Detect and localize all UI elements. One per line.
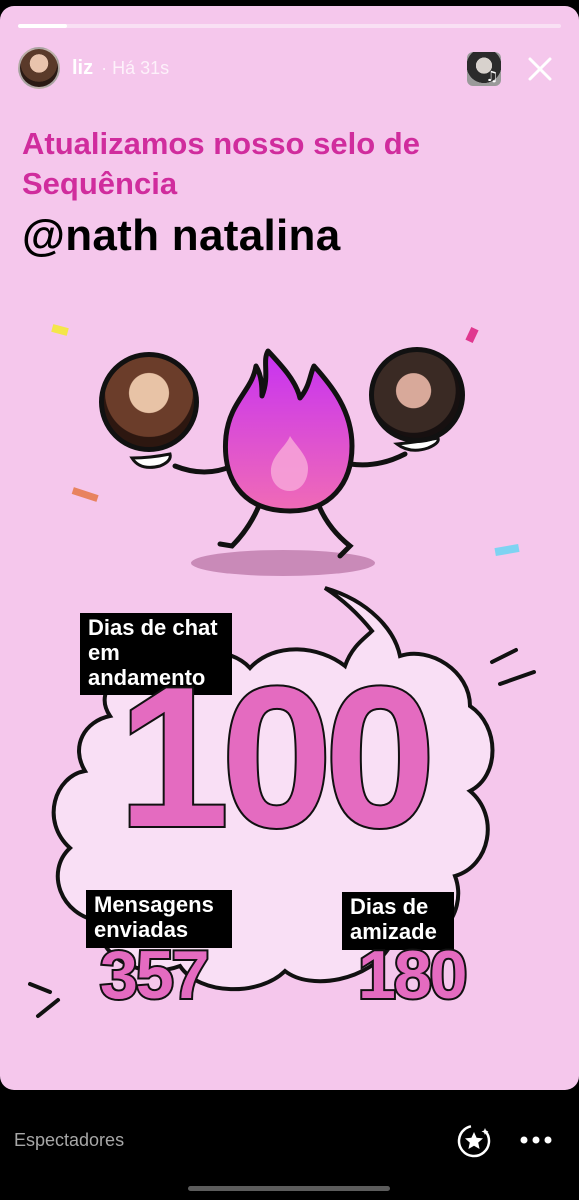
flame-shadow bbox=[191, 550, 375, 576]
username[interactable]: liz bbox=[72, 57, 93, 80]
streak-illustration bbox=[51, 324, 520, 576]
story-screen: liz · Há 31s ♫ Atualizamos nosso selo de… bbox=[0, 0, 579, 1200]
story-header: liz · Há 31s bbox=[18, 44, 169, 92]
time-ago: · Há 31s bbox=[101, 57, 170, 78]
sparkle-star-icon[interactable] bbox=[456, 1123, 492, 1159]
friendship-value: 180 bbox=[356, 937, 469, 1013]
close-icon[interactable] bbox=[525, 54, 555, 84]
user-photo-left bbox=[99, 352, 199, 452]
messages-value: 357 bbox=[98, 937, 211, 1013]
friend-name[interactable]: @nath natalina bbox=[22, 211, 340, 261]
story-progress-fill bbox=[18, 24, 67, 28]
story-headline: Atualizamos nosso selo de Sequência bbox=[22, 126, 420, 201]
viewers-button[interactable]: Espectadores bbox=[14, 1130, 124, 1151]
music-note-icon: ♫ bbox=[485, 69, 499, 85]
story-progress-bar bbox=[18, 24, 561, 28]
home-indicator[interactable] bbox=[188, 1186, 390, 1191]
user-photo-right bbox=[369, 347, 465, 443]
story-card[interactable]: liz · Há 31s ♫ Atualizamos nosso selo de… bbox=[0, 6, 579, 1090]
avatar[interactable] bbox=[18, 47, 60, 89]
confetti-piece bbox=[465, 326, 479, 344]
confetti-piece bbox=[51, 324, 69, 336]
streak-value: 100 bbox=[116, 646, 438, 869]
story-footer: Espectadores bbox=[0, 1090, 579, 1200]
confetti-piece bbox=[71, 487, 99, 502]
confetti-piece bbox=[494, 543, 520, 557]
more-options-icon[interactable] bbox=[518, 1130, 554, 1150]
